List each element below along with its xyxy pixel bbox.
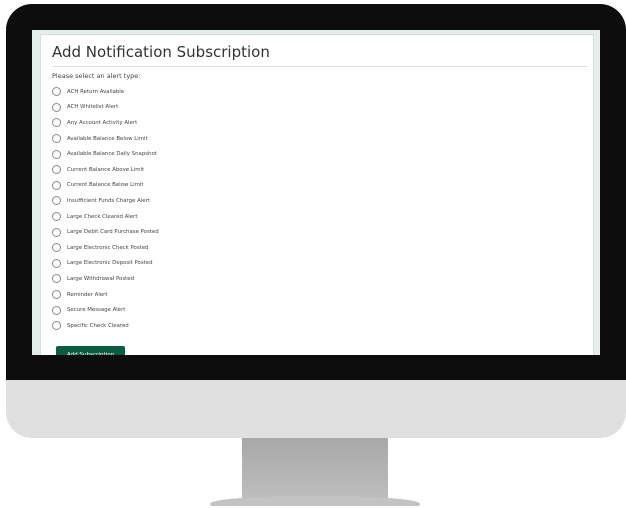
alert-type-prompt: Please select an alert type: [52,72,141,80]
radio-button[interactable] [52,165,61,175]
title-divider [52,66,588,67]
radio-button[interactable] [52,274,61,284]
alert-option-label: Available Balance Daily Snapshot [67,151,157,158]
radio-button[interactable] [52,305,61,315]
monitor-screen: Add Notification Subscription Please sel… [32,30,600,355]
alert-option-label: Insufficient Funds Charge Alert [67,197,150,204]
subscription-form: Add Notification Subscription Please sel… [40,34,594,355]
alert-type-list: ACH Return Available ACH Whitelist Alert… [52,84,159,334]
alert-option[interactable]: Any Account Activity Alert [52,115,159,131]
alert-option-label: Large Withdrawal Posted [67,275,135,282]
monitor-chin [6,380,626,438]
alert-option[interactable]: Large Check Cleared Alert [52,209,159,225]
alert-option[interactable]: Large Electronic Deposit Posted [52,256,159,272]
monitor-foot [210,496,420,506]
alert-option[interactable]: Reminder Alert [52,287,159,303]
alert-option[interactable]: ACH Whitelist Alert [52,100,159,116]
alert-option-label: ACH Whitelist Alert [67,104,119,111]
alert-option[interactable]: Large Electronic Check Posted [52,240,159,256]
alert-option[interactable]: Current Balance Above Limit [52,162,159,178]
radio-button[interactable] [52,134,61,144]
radio-button[interactable] [52,118,61,128]
alert-option-label: Any Account Activity Alert [67,119,138,126]
alert-option[interactable]: Large Debit Card Purchase Posted [52,224,159,240]
alert-option[interactable]: Available Balance Daily Snapshot [52,146,159,162]
page-title: Add Notification Subscription [52,43,270,61]
alert-option-label: Specific Check Cleared [67,322,129,329]
monitor-stand [242,438,388,498]
alert-option-label: Reminder Alert [67,291,108,298]
alert-option-label: Current Balance Below Limit [67,182,144,189]
radio-button[interactable] [52,258,61,268]
radio-button[interactable] [52,196,61,206]
alert-option-label: Large Electronic Deposit Posted [67,260,153,267]
add-subscription-button[interactable]: Add Subscription [56,346,125,355]
radio-button[interactable] [52,321,61,331]
radio-button[interactable] [52,227,61,237]
alert-option-label: Secure Message Alert [67,307,126,314]
radio-button[interactable] [52,180,61,190]
radio-button[interactable] [52,212,61,222]
alert-option-label: Current Balance Above Limit [67,166,145,173]
alert-option-label: Large Electronic Check Posted [67,244,149,251]
radio-button[interactable] [52,87,61,97]
radio-button[interactable] [52,290,61,300]
alert-option[interactable]: Insufficient Funds Charge Alert [52,193,159,209]
alert-option[interactable]: Current Balance Below Limit [52,178,159,194]
alert-option[interactable]: ACH Return Available [52,84,159,100]
alert-option-label: Available Balance Below Limit [67,135,148,142]
alert-option[interactable]: Available Balance Below Limit [52,131,159,147]
alert-option-label: ACH Return Available [67,88,125,95]
radio-button[interactable] [52,243,61,253]
radio-button[interactable] [52,149,61,159]
alert-option[interactable]: Specific Check Cleared [52,318,159,334]
radio-button[interactable] [52,102,61,112]
alert-option-label: Large Check Cleared Alert [67,213,138,220]
alert-option[interactable]: Secure Message Alert [52,302,159,318]
alert-option-label: Large Debit Card Purchase Posted [67,229,159,236]
alert-option[interactable]: Large Withdrawal Posted [52,271,159,287]
